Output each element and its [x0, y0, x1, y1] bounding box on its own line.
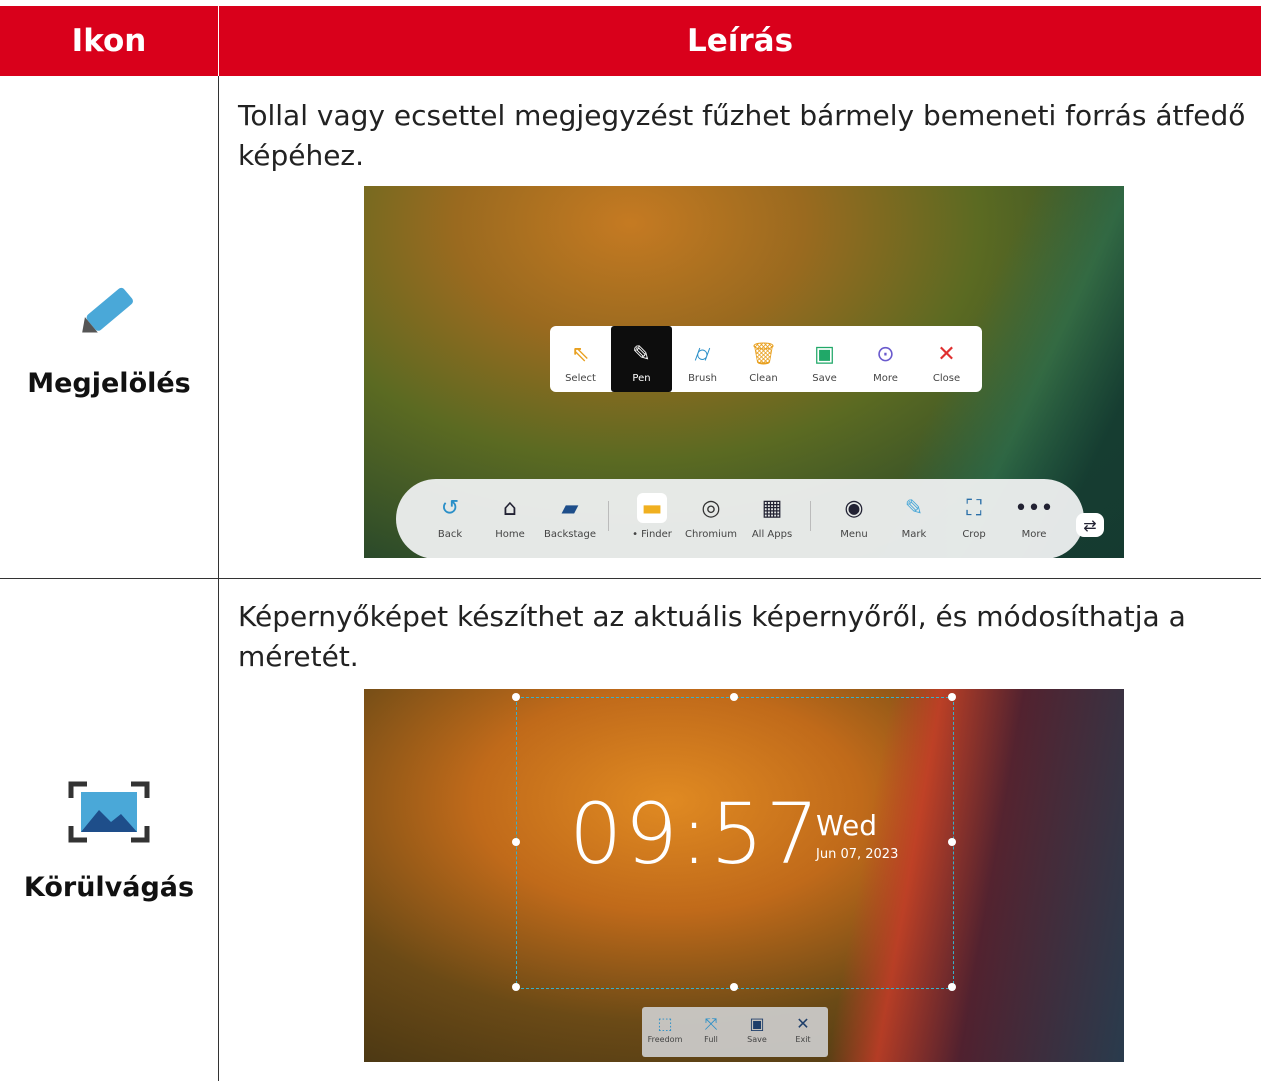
mark-screenshot: ⇖ Select ✎ Pen ⌭ Brush 🗑 Clean ▣ Save ⊙ More ✕…: [364, 186, 1124, 558]
back-icon: ↺: [440, 495, 460, 521]
dock-menu[interactable]: ◉ Menu: [824, 493, 884, 541]
dock-separator: [608, 501, 609, 531]
save-icon: ▣: [814, 342, 835, 367]
crop-icon: ⛶: [966, 495, 982, 521]
chromium-icon: ◎: [701, 495, 721, 521]
more-icon: •••: [1014, 495, 1054, 521]
save-tool[interactable]: ▣ Save: [794, 326, 855, 392]
dock-all-apps[interactable]: ▦ All Apps: [742, 493, 802, 541]
close-icon: ✕: [937, 342, 956, 367]
header-description-column: Leírás: [686, 23, 794, 59]
crop-handle[interactable]: [512, 693, 520, 701]
save-icon: ▣: [749, 1014, 765, 1033]
freedom-icon: ⬚: [657, 1014, 673, 1033]
dock-chromium[interactable]: ◎ Chromium: [681, 493, 741, 541]
select-tool[interactable]: ⇖ Select: [550, 326, 611, 392]
crop-handle[interactable]: [948, 983, 956, 991]
pen-icon: [82, 287, 133, 333]
dock-crop[interactable]: ⛶ Crop: [944, 493, 1004, 541]
table-header: Ikon Leírás: [0, 6, 1261, 76]
clock-time: 09:57: [569, 785, 822, 883]
row-label: Megjelölés: [27, 368, 191, 399]
more-tool[interactable]: ⊙ More: [855, 326, 916, 392]
more-icon: ⊙: [876, 342, 895, 367]
dock-separator: [810, 501, 811, 531]
crop-handle[interactable]: [512, 983, 520, 991]
header-icon-column: Ikon: [0, 6, 219, 76]
close-tool[interactable]: ✕ Close: [916, 326, 977, 392]
row-mark-icon-cell: Megjelölés: [0, 280, 218, 399]
crop-icon: [68, 781, 150, 843]
backstage-icon: ▰: [561, 495, 579, 521]
mark-toolbar: ⇖ Select ✎ Pen ⌭ Brush 🗑 Clean ▣ Save ⊙ More ✕…: [550, 326, 982, 392]
exit-tool[interactable]: ✕ Exit: [780, 1007, 826, 1057]
clean-tool[interactable]: 🗑 Clean: [733, 326, 794, 392]
brush-tool[interactable]: ⌭ Brush: [672, 326, 733, 392]
full-icon: ⤧: [704, 1014, 718, 1033]
row-label: Körülvágás: [23, 872, 195, 903]
clock-day: Wed: [816, 809, 878, 842]
full-tool[interactable]: ⤧ Full: [688, 1007, 734, 1057]
dock-more[interactable]: ••• More: [1004, 493, 1064, 541]
menu-icon: ◉: [844, 495, 864, 521]
crop-handle[interactable]: [948, 693, 956, 701]
trash-icon: 🗑: [749, 342, 778, 367]
home-icon: ⌂: [503, 495, 517, 521]
save-tool[interactable]: ▣ Save: [734, 1007, 780, 1057]
crop-handle[interactable]: [730, 983, 738, 991]
select-arrow-icon: ⇖: [571, 342, 590, 367]
exit-icon: ✕: [796, 1014, 810, 1033]
crop-handle[interactable]: [512, 838, 520, 846]
dock-finder[interactable]: ▬ • Finder: [622, 493, 682, 540]
pen-tool[interactable]: ✎ Pen: [611, 326, 672, 392]
finder-icon: ▬: [637, 493, 667, 523]
crop-toolbar: ⬚ Freedom ⤧ Full ▣ Save ✕ Exit: [642, 1007, 828, 1057]
clock-date: Jun 07, 2023: [816, 847, 899, 862]
swap-icon: ⇄: [1083, 515, 1097, 535]
dock-mark[interactable]: ✎ Mark: [884, 493, 944, 541]
dock-bar: ↺ Back ⌂ Home ▰ Backstage ▬ • Finder ◎ Chromi…: [396, 479, 1084, 558]
dock-home[interactable]: ⌂ Home: [480, 493, 540, 541]
dock-back[interactable]: ↺ Back: [420, 493, 480, 541]
freedom-tool[interactable]: ⬚ Freedom: [642, 1007, 688, 1057]
row-divider: [0, 578, 1261, 579]
pen-icon: ✎: [632, 342, 651, 367]
brush-icon: ⌭: [694, 342, 711, 367]
mark-icon: ✎: [904, 495, 924, 521]
crop-handle[interactable]: [948, 838, 956, 846]
dock-backstage[interactable]: ▰ Backstage: [540, 493, 600, 541]
crop-handle[interactable]: [730, 693, 738, 701]
swap-side-button[interactable]: ⇄: [1076, 513, 1104, 537]
row-crop-icon-cell: Körülvágás: [0, 780, 218, 903]
all-apps-icon: ▦: [761, 495, 783, 521]
crop-screenshot: 09:57 Wed Jun 07, 2023 ⬚ Freedom ⤧ Full ▣ S…: [364, 689, 1124, 1062]
row-description: Tollal vagy ecsettel megjegyzést fűzhet …: [238, 99, 1246, 172]
row-description: Képernyőképet készíthet az aktuális képe…: [238, 600, 1186, 673]
